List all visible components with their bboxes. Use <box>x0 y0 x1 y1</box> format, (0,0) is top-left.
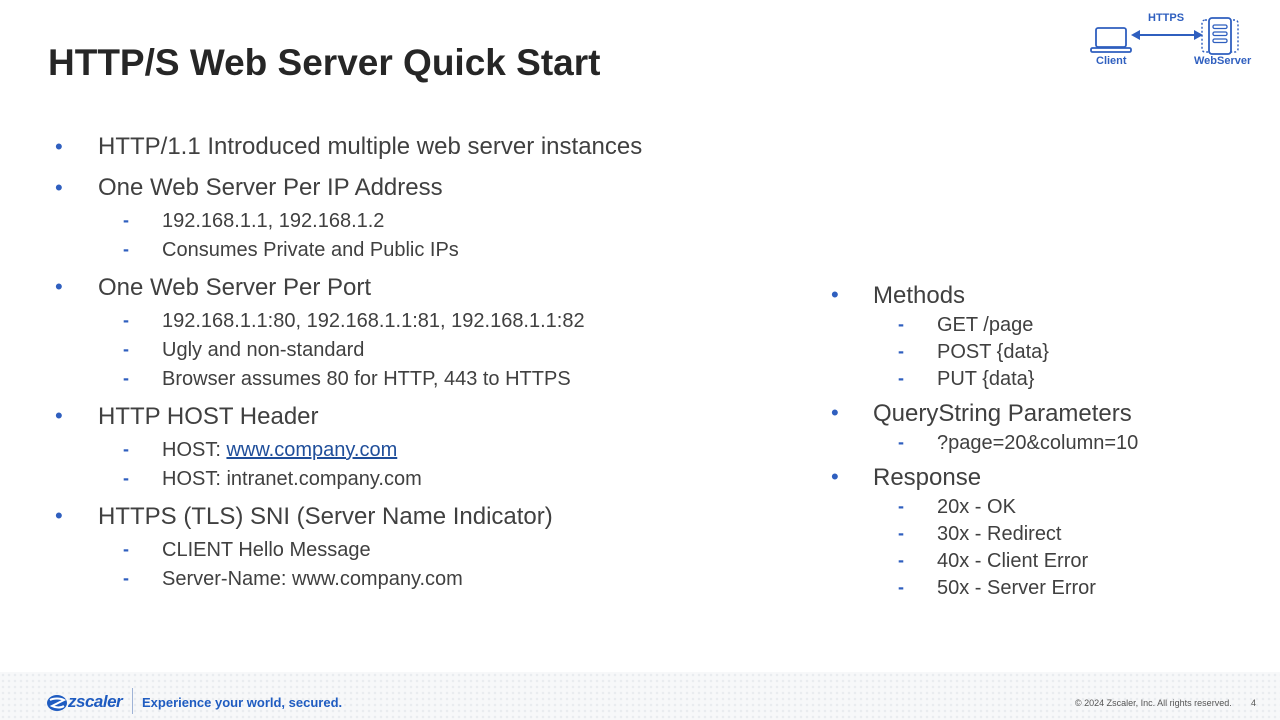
client-server-diagram: HTTPS Client WebServer <box>1085 8 1260 70</box>
dash: - <box>123 210 129 230</box>
copyright-text: © 2024 Zscaler, Inc. All rights reserved… <box>1075 698 1232 708</box>
bullet-dot: • <box>55 175 63 200</box>
client-label: Client <box>1096 55 1127 67</box>
bullet-dot: • <box>831 464 839 489</box>
dash: - <box>898 432 904 452</box>
sub-list-item: 30x - Redirect <box>937 523 1062 545</box>
dash: - <box>123 239 129 259</box>
dash: - <box>898 341 904 361</box>
zscaler-logo-icon <box>47 695 67 711</box>
zscaler-logo-text: zscaler <box>68 692 123 711</box>
dash: - <box>123 439 129 459</box>
dash: - <box>898 496 904 516</box>
webserver-label: WebServer <box>1194 55 1252 67</box>
dash: - <box>123 339 129 359</box>
slide-title: HTTP/S Web Server Quick Start <box>48 42 601 83</box>
page-number: 4 <box>1251 698 1257 708</box>
bullet-dot: • <box>831 400 839 425</box>
sub-list-item: 40x - Client Error <box>937 550 1089 572</box>
sub-list-item: HOST: www.company.com <box>162 439 397 462</box>
dash: - <box>123 368 129 388</box>
list-item: One Web Server Per Port <box>98 274 371 301</box>
list-item: One Web Server Per IP Address <box>98 174 443 201</box>
sub-list-item: CLIENT Hello Message <box>162 539 371 561</box>
list-item: Response <box>873 464 982 491</box>
bullet-dot: • <box>55 134 63 159</box>
sub-list-item: 192.168.1.1:80, 192.168.1.1:81, 192.168.… <box>162 310 585 332</box>
bullet-dot: • <box>55 403 63 428</box>
dash: - <box>898 577 904 597</box>
bullet-dot: • <box>831 282 839 307</box>
list-item: QueryString Parameters <box>873 400 1132 427</box>
double-arrow-icon <box>1131 30 1203 40</box>
sub-list-item: POST {data} <box>937 341 1049 363</box>
sub-list-item: Ugly and non-standard <box>162 339 365 361</box>
sub-list-item: Browser assumes 80 for HTTP, 443 to HTTP… <box>162 368 571 390</box>
dash: - <box>123 310 129 330</box>
list-item: HTTP/1.1 Introduced multiple web server … <box>98 133 643 160</box>
sub-list-item: Server-Name: www.company.com <box>162 568 463 590</box>
dash: - <box>123 568 129 588</box>
sub-list-item: PUT {data} <box>937 368 1035 390</box>
dash: - <box>898 368 904 388</box>
list-item: HTTPS (TLS) SNI (Server Name Indicator) <box>98 503 553 530</box>
list-item: Methods <box>873 282 966 309</box>
footer-divider <box>132 688 133 714</box>
bullet-dot: • <box>55 274 63 299</box>
sub-list-item: ?page=20&column=10 <box>937 432 1139 454</box>
sub-list-item: 50x - Server Error <box>937 577 1096 599</box>
server-icon <box>1201 17 1239 55</box>
bullet-dot: • <box>55 503 63 528</box>
laptop-icon <box>1090 27 1132 53</box>
dash: - <box>898 314 904 334</box>
list-item: HTTP HOST Header <box>98 403 319 430</box>
company-link[interactable]: www.company.com <box>226 439 397 461</box>
sub-list-item: HOST: intranet.company.com <box>162 468 422 490</box>
sub-list-item: Consumes Private and Public IPs <box>162 239 459 261</box>
dash: - <box>123 539 129 559</box>
https-label: HTTPS <box>1148 12 1185 24</box>
dash: - <box>898 523 904 543</box>
dash: - <box>123 468 129 488</box>
sub-list-item: 192.168.1.1, 192.168.1.2 <box>162 210 385 232</box>
sub-list-item: GET /page <box>937 314 1034 336</box>
host-prefix: HOST: <box>162 439 227 461</box>
sub-list-item: 20x - OK <box>937 496 1016 518</box>
footer-tagline: Experience your world, secured. <box>142 695 343 710</box>
dash: - <box>898 550 904 570</box>
